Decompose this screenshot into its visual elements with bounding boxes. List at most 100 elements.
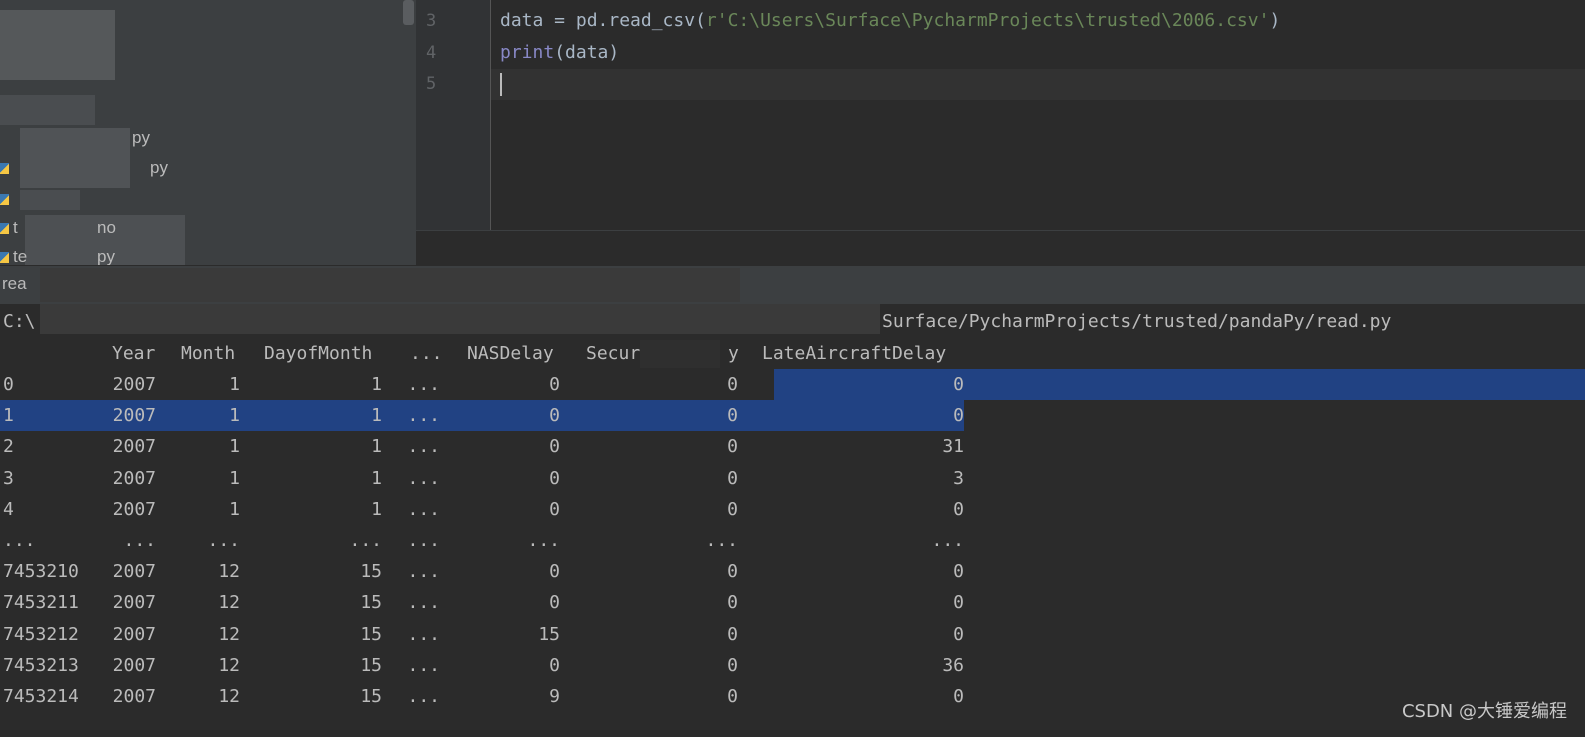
table-cell: 2007 (112, 467, 156, 489)
table-cell: 15 (360, 654, 382, 676)
table-cell: 12 (218, 686, 240, 707)
row-index: 4 (3, 498, 14, 520)
table-cell: 0 (953, 592, 964, 614)
row-index: 7453212 (3, 623, 79, 645)
tree-item-label: te (13, 247, 28, 265)
table-cell: 0 (549, 374, 560, 395)
table-cell: 2007 (112, 592, 156, 614)
table-cell: ... (407, 467, 440, 489)
python-file-icon (0, 163, 9, 175)
table-cell: 12 (218, 561, 240, 583)
tree-item-file[interactable]: no (97, 218, 116, 240)
table-cell: 36 (942, 654, 964, 676)
tree-item-file[interactable]: py (150, 158, 168, 180)
row-index: ... (3, 530, 36, 551)
table-cell: 1 (229, 467, 240, 489)
code-text: (data) (554, 42, 620, 63)
current-line-highlight (491, 69, 1585, 100)
line-number: 3 (426, 11, 437, 31)
table-cell: 3 (953, 467, 964, 489)
tree-item-label: py (132, 128, 150, 147)
table-cell: 12 (218, 654, 240, 676)
code-line[interactable]: data = pd.read_csv(r'C:\Users\Surface\Py… (500, 10, 1280, 31)
column-header: Month (181, 343, 236, 364)
command-prefix: C:\ (3, 311, 36, 332)
table-cell: 0 (549, 561, 560, 583)
table-cell: ... (407, 530, 440, 551)
tree-item-file[interactable]: py (97, 247, 115, 265)
tree-item-label: t (13, 218, 18, 237)
table-cell: 0 (953, 561, 964, 583)
table-cell: 1 (371, 498, 382, 520)
row-index: 7453213 (3, 654, 79, 676)
table-cell: ... (123, 530, 156, 551)
table-cell: 0 (549, 498, 560, 520)
table-cell: 2007 (112, 561, 156, 583)
table-cell: 0 (549, 654, 560, 676)
code-editor[interactable] (491, 0, 1585, 230)
table-cell: 0 (549, 467, 560, 489)
text-caret (500, 73, 502, 96)
table-cell: 15 (360, 623, 382, 645)
tree-item-label: py (150, 158, 168, 177)
row-index: 3 (3, 467, 14, 489)
line-number: 4 (426, 43, 437, 63)
table-cell: 2007 (112, 623, 156, 645)
project-tree: py py t no te py (0, 0, 416, 265)
table-cell: 31 (942, 436, 964, 458)
table-cell: 1 (371, 467, 382, 489)
tree-item-file[interactable]: t (0, 218, 18, 240)
table-cell: 2007 (112, 654, 156, 676)
table-cell: 1 (371, 374, 382, 395)
column-header: ... (410, 343, 443, 364)
table-cell: 0 (953, 686, 964, 707)
table-cell: 15 (538, 623, 560, 645)
table-cell: 0 (727, 467, 738, 489)
table-cell: 12 (218, 623, 240, 645)
table-cell: ... (407, 498, 440, 520)
table-cell: ... (207, 530, 240, 551)
tree-item-label: no (97, 218, 116, 237)
table-cell: 0 (549, 436, 560, 458)
table-cell: 0 (727, 561, 738, 583)
code-line[interactable]: print(data) (500, 42, 619, 63)
table-cell: 0 (549, 592, 560, 614)
blurred-region (0, 95, 95, 125)
tree-item-file[interactable]: te (0, 247, 27, 265)
table-cell: 2007 (112, 374, 156, 395)
python-file-icon (0, 252, 9, 264)
column-header: Year (112, 343, 156, 364)
table-cell: 2007 (112, 498, 156, 520)
tree-item-file[interactable] (0, 189, 13, 211)
column-header: y (728, 343, 739, 364)
code-builtin: print (500, 42, 555, 63)
tree-item-file[interactable] (0, 158, 13, 180)
column-header: DayofMonth (264, 343, 373, 364)
column-header: NASDelay (467, 343, 554, 364)
table-cell: 0 (727, 654, 738, 676)
table-cell: ... (407, 405, 440, 427)
blurred-region (40, 268, 740, 302)
line-number: 5 (426, 74, 437, 94)
table-cell: 0 (727, 686, 738, 707)
code-text: data = pd.read_csv( (500, 10, 706, 31)
blurred-region (20, 128, 130, 188)
table-cell: ... (407, 592, 440, 614)
table-cell: 9 (549, 686, 560, 707)
table-cell: 12 (218, 592, 240, 614)
sidebar-scrollbar[interactable] (403, 0, 414, 25)
table-cell: 2007 (112, 405, 156, 427)
blurred-region (40, 304, 880, 334)
python-file-icon (0, 194, 9, 206)
table-cell: ... (705, 530, 738, 551)
run-tab[interactable]: rea (2, 274, 27, 294)
table-cell: 0 (953, 498, 964, 520)
table-cell: ... (407, 561, 440, 583)
table-cell: ... (407, 436, 440, 458)
table-cell: ... (407, 654, 440, 676)
table-cell: 0 (549, 405, 560, 427)
tree-item-file[interactable]: py (132, 128, 150, 150)
editor-gutter (416, 0, 491, 230)
table-cell: 0 (953, 374, 964, 395)
row-index: 2 (3, 436, 14, 458)
